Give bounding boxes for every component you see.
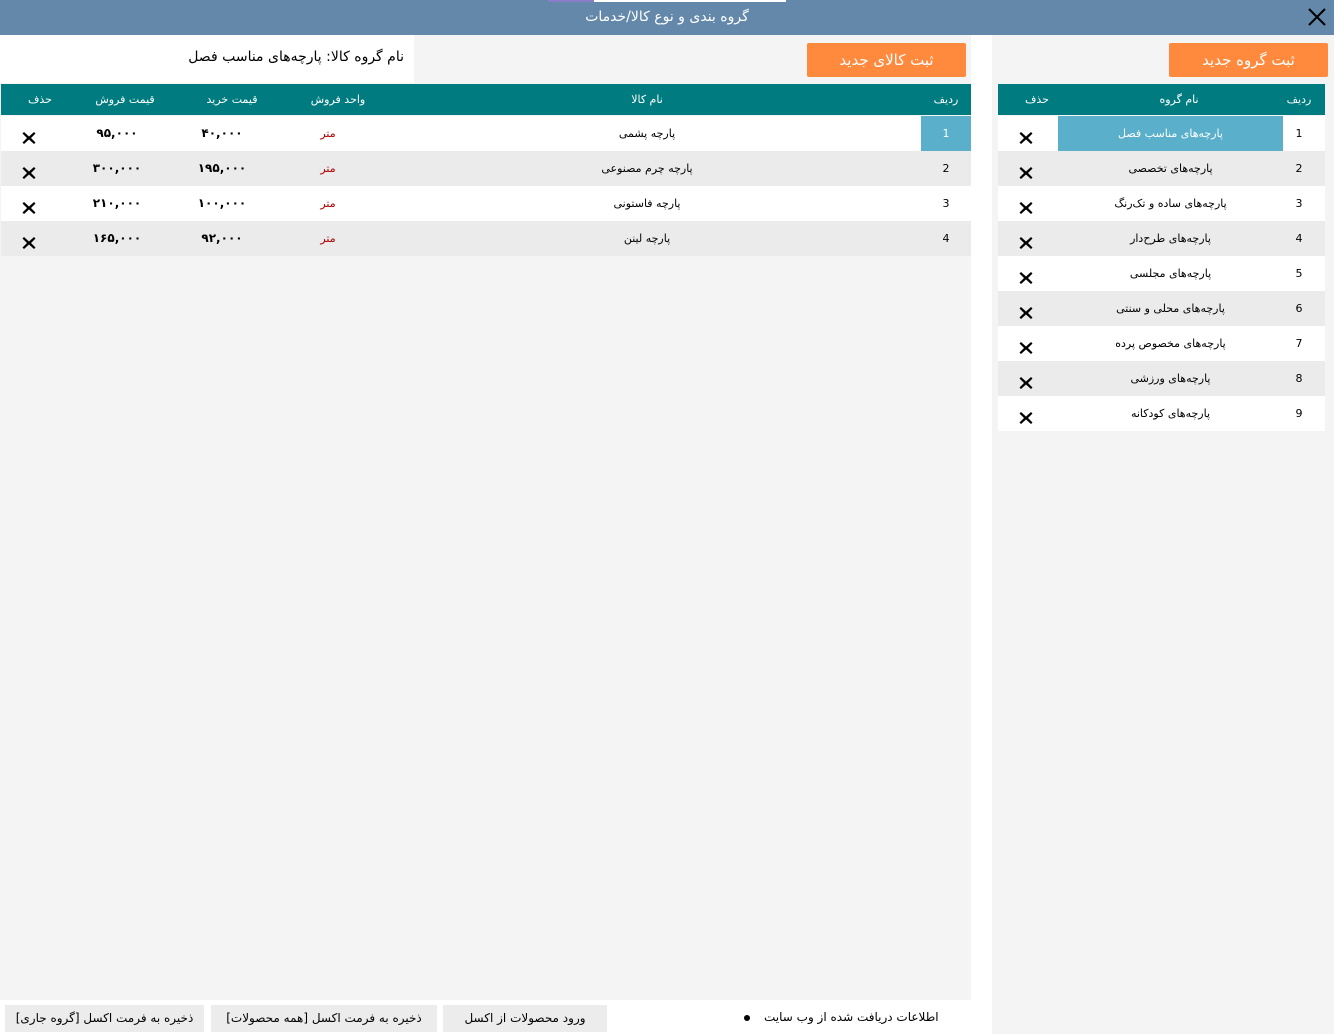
groups-table-header: ردیف نام گروه حذف (998, 84, 1325, 115)
group-row[interactable]: 3 پارچه‌های ساده و تک‌رنگ (998, 186, 1325, 221)
product-row-unit: متر (320, 232, 336, 245)
group-row-name[interactable]: پارچه‌های طرح‌دار (1058, 221, 1283, 256)
group-row[interactable]: 8 پارچه‌های ورزشی (998, 361, 1325, 396)
web-info-label: اطلاعات دریافت شده از وب سایت (764, 1010, 939, 1024)
product-row-name[interactable]: پارچه فاستونی (374, 186, 920, 221)
product-row-buy-price: ۴۰,۰۰۰ (201, 126, 243, 140)
delete-x-icon[interactable] (21, 195, 37, 214)
current-group-label-box: نام گروه کالا: پارچه‌های مناسب فصل (0, 35, 414, 83)
group-row[interactable]: 6 پارچه‌های محلی و سنتی (998, 291, 1325, 326)
column-header-sale-unit[interactable]: واحد فروش (283, 84, 393, 115)
delete-x-icon[interactable] (1018, 195, 1034, 214)
bottom-toolbar: ذخیره به فرمت اکسل [گروه جاری] ذخیره به … (0, 1000, 971, 1034)
bullet-icon (744, 1014, 750, 1021)
product-row-unit: متر (320, 127, 336, 140)
column-header-sell-price[interactable]: قیمت فروش (69, 84, 181, 115)
column-header-row[interactable]: ردیف (921, 84, 971, 115)
group-row-name[interactable]: پارچه‌های ساده و تک‌رنگ (1058, 186, 1283, 221)
group-row[interactable]: 9 پارچه‌های کودکانه (998, 396, 1325, 431)
product-row[interactable]: 4 پارچه لینن متر ۹۲,۰۰۰ ۱۶۵,۰۰۰ (1, 221, 971, 256)
current-group-label: نام گروه کالا: پارچه‌های مناسب فصل (188, 49, 404, 65)
delete-x-icon[interactable] (1018, 335, 1034, 354)
product-row-sell-price: ۱۶۵,۰۰۰ (92, 231, 142, 245)
window-title: گروه بندی و نوع کالا/خدمات (585, 9, 749, 25)
product-row-number: 3 (942, 197, 950, 210)
group-row-name[interactable]: پارچه‌های مخصوص پرده (1058, 326, 1283, 361)
product-row-name[interactable]: پارچه چرم مصنوعی (374, 151, 920, 186)
column-header-group-name[interactable]: نام گروه (1058, 84, 1300, 115)
window-titlebar: گروه بندی و نوع کالا/خدمات (0, 0, 1334, 35)
product-row-buy-price: ۱۰۰,۰۰۰ (197, 196, 247, 210)
product-row-unit: متر (320, 162, 336, 175)
delete-x-icon[interactable] (21, 230, 37, 249)
product-row[interactable]: 2 پارچه چرم مصنوعی متر ۱۹۵,۰۰۰ ۳۰۰,۰۰۰ (1, 151, 971, 186)
delete-x-icon[interactable] (1018, 160, 1034, 179)
add-product-button[interactable]: ثبت کالای جدید (807, 43, 966, 77)
panel-divider (971, 35, 992, 1034)
group-row-name[interactable]: پارچه‌های مناسب فصل (1058, 116, 1283, 151)
delete-x-icon[interactable] (21, 160, 37, 179)
product-row-number: 4 (942, 232, 950, 245)
delete-x-icon[interactable] (1018, 370, 1034, 389)
product-row-number: 2 (942, 162, 950, 175)
group-row[interactable]: 1 پارچه‌های مناسب فصل (998, 116, 1325, 151)
delete-x-icon[interactable] (1018, 230, 1034, 249)
delete-x-icon[interactable] (21, 125, 37, 144)
products-table-header: ردیف نام کالا واحد فروش قیمت خرید قیمت ف… (1, 84, 971, 115)
column-header-delete[interactable]: حذف (998, 84, 1076, 115)
product-row-sell-price: ۲۱۰,۰۰۰ (92, 196, 142, 210)
product-row-name[interactable]: پارچه پشمی (374, 116, 920, 151)
group-row-name[interactable]: پارچه‌های ورزشی (1058, 361, 1283, 396)
web-info-indicator: اطلاعات دریافت شده از وب سایت (744, 1010, 939, 1024)
column-header-product-name[interactable]: نام کالا (374, 84, 920, 115)
delete-x-icon[interactable] (1018, 265, 1034, 284)
product-row[interactable]: 1 پارچه پشمی متر ۴۰,۰۰۰ ۹۵,۰۰۰ (1, 116, 971, 151)
delete-x-icon[interactable] (1018, 405, 1034, 424)
product-row-unit: متر (320, 197, 336, 210)
column-header-buy-price[interactable]: قیمت خرید (177, 84, 287, 115)
save-excel-current-group-button[interactable]: ذخیره به فرمت اکسل [گروه جاری] (5, 1005, 204, 1032)
add-group-button[interactable]: ثبت گروه جدید (1169, 43, 1328, 77)
delete-x-icon[interactable] (1018, 125, 1034, 144)
products-panel: نام گروه کالا: پارچه‌های مناسب فصل ثبت ک… (0, 35, 971, 1000)
product-row-buy-price: ۹۲,۰۰۰ (201, 231, 243, 245)
close-icon[interactable] (1306, 6, 1328, 28)
group-row[interactable]: 5 پارچه‌های مجلسی (998, 256, 1325, 291)
group-row-name[interactable]: پارچه‌های مجلسی (1058, 256, 1283, 291)
group-row[interactable]: 4 پارچه‌های طرح‌دار (998, 221, 1325, 256)
import-products-from-excel-button[interactable]: ورود محصولات از اکسل (443, 1005, 607, 1032)
delete-x-icon[interactable] (1018, 300, 1034, 319)
product-row[interactable]: 3 پارچه فاستونی متر ۱۰۰,۰۰۰ ۲۱۰,۰۰۰ (1, 186, 971, 221)
group-row-name[interactable]: پارچه‌های تخصصی (1058, 151, 1283, 186)
group-row-name[interactable]: پارچه‌های کودکانه (1058, 396, 1283, 431)
product-row-sell-price: ۹۵,۰۰۰ (96, 126, 138, 140)
group-row[interactable]: 2 پارچه‌های تخصصی (998, 151, 1325, 186)
product-row-name[interactable]: پارچه لینن (374, 221, 920, 256)
save-excel-all-products-button[interactable]: ذخیره به فرمت اکسل [همه محصولات] (211, 1005, 437, 1032)
product-row-sell-price: ۳۰۰,۰۰۰ (92, 161, 142, 175)
product-row-number: 1 (921, 116, 971, 151)
group-row-name[interactable]: پارچه‌های محلی و سنتی (1058, 291, 1283, 326)
groups-panel: ثبت گروه جدید ردیف نام گروه حذف 1 پارچه‌ه… (992, 35, 1334, 1034)
product-row-buy-price: ۱۹۵,۰۰۰ (197, 161, 247, 175)
column-header-delete[interactable]: حذف (1, 84, 79, 115)
group-row[interactable]: 7 پارچه‌های مخصوص پرده (998, 326, 1325, 361)
